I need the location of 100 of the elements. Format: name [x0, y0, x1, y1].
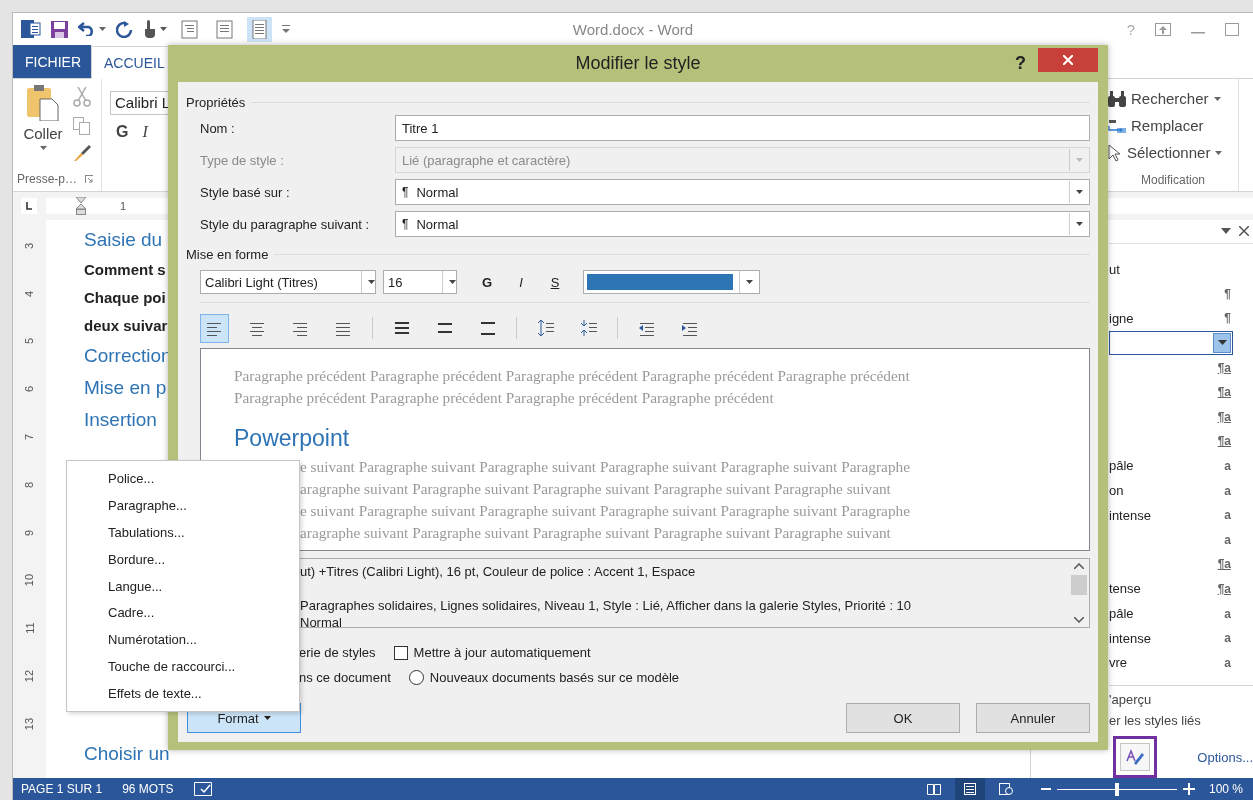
zoom-level[interactable]: 100 % [1208, 782, 1243, 796]
options-link[interactable]: Options... [1197, 749, 1253, 765]
style-item[interactable]: igne ¶ [1109, 306, 1253, 331]
brush-icon[interactable] [73, 145, 91, 161]
style-item[interactable]: a [1109, 527, 1253, 553]
style-item[interactable]: ¶ [1109, 281, 1253, 307]
undo-icon[interactable] [78, 22, 96, 36]
style-type-marker: ¶a [1217, 409, 1231, 424]
close-icon[interactable] [1239, 226, 1249, 237]
menu-item[interactable]: Paragraphe... [67, 491, 299, 519]
style-item[interactable]: ¶a [1109, 552, 1253, 577]
more-icon[interactable] [282, 25, 290, 33]
layout-button[interactable] [247, 16, 272, 42]
checkbox[interactable] [393, 645, 408, 660]
save-icon[interactable] [51, 20, 68, 38]
styles-icon [1126, 749, 1144, 765]
caret-icon [448, 280, 456, 284]
scroll-up-icon[interactable] [1074, 563, 1084, 569]
tab-stop-icon[interactable] [21, 198, 37, 214]
menu-item[interactable]: Cadre... [67, 599, 299, 627]
indent-marker-icon[interactable] [76, 197, 86, 215]
style-item[interactable]: ut [1109, 256, 1253, 282]
size-select[interactable]: 16 [383, 270, 457, 294]
menu-item[interactable]: Numérotation... [67, 626, 299, 654]
style-item[interactable]: intense a [1109, 502, 1253, 528]
section-heading: Mise en forme [186, 246, 269, 262]
style-item[interactable]: ¶a [1109, 379, 1253, 405]
style-item[interactable]: pâle a [1109, 601, 1253, 626]
style-name: pâle [1109, 458, 1134, 474]
ruler-number: 3 [23, 242, 36, 249]
style-item[interactable]: vre a [1109, 650, 1253, 675]
menu-item[interactable]: Police... [67, 465, 299, 492]
italic-button[interactable]: I [142, 123, 148, 141]
slider-thumb[interactable] [1114, 782, 1119, 796]
group-label: Presse-p… [17, 172, 78, 186]
word-count[interactable]: 96 MOTS [122, 782, 174, 796]
underline-button[interactable]: S [540, 270, 570, 294]
document-heading: Choisir un [84, 742, 170, 766]
font-select[interactable]: Calibri Light (Titres) [200, 270, 376, 294]
option-label: erie de styles [299, 645, 376, 660]
page-count[interactable]: PAGE 1 SUR 1 [21, 782, 103, 796]
style-item[interactable]: on a [1109, 478, 1253, 503]
style-type-marker: ¶a [1217, 360, 1231, 375]
style-item[interactable]: ¶a [1109, 355, 1253, 380]
caret-icon[interactable] [1221, 228, 1231, 235]
menu-item[interactable]: Tabulations... [67, 518, 299, 546]
caret-icon [99, 27, 106, 31]
ruler-number: 8 [23, 481, 36, 488]
maximize-icon[interactable] [1225, 22, 1239, 36]
hand-icon[interactable] [143, 20, 157, 38]
caret-icon [263, 716, 271, 720]
manage-styles-button[interactable] [1120, 743, 1150, 771]
document-heading: Insertion [84, 408, 157, 432]
close-icon [1063, 54, 1073, 65]
paste-button[interactable]: Coller [21, 85, 65, 169]
ruler-number: 12 [23, 669, 36, 683]
ribbon-command[interactable]: Rechercher [1131, 90, 1209, 107]
launcher-icon[interactable] [85, 175, 94, 183]
ribbon-tab[interactable]: FICHIER [13, 45, 91, 78]
zoom-in-icon[interactable] [1182, 783, 1195, 795]
field-label: Type de style : [200, 152, 285, 168]
menu-item[interactable]: Touche de raccourci... [67, 653, 299, 681]
close-button[interactable] [1038, 47, 1098, 72]
section-heading: Propriétés [186, 94, 246, 110]
style-item[interactable]: pâle a [1109, 453, 1253, 479]
preview-text: e suivant Paragraphe suivant Paragraphe suivant Paragraphe suivant Paragraphe suivant Paragraphe [300, 501, 911, 521]
text-field[interactable]: Titre 1 [395, 115, 1090, 141]
ribbon-display-icon[interactable] [1155, 22, 1171, 36]
style-item[interactable]: ¶a [1109, 404, 1253, 430]
bold-button[interactable]: G [116, 123, 129, 141]
align-left-button[interactable] [200, 313, 229, 343]
italic-button[interactable]: I [506, 270, 536, 294]
ribbon-command[interactable]: Remplacer [1131, 117, 1204, 134]
color-select[interactable] [583, 270, 760, 294]
scroll-down-icon[interactable] [1074, 617, 1084, 623]
dropdown-field[interactable]: ¶ Normal [395, 211, 1090, 237]
style-type-marker: a [1224, 532, 1231, 547]
style-item[interactable]: tense ¶a [1109, 576, 1253, 602]
justify-icon [335, 320, 352, 336]
view-button[interactable] [954, 778, 985, 800]
page-icon [962, 783, 977, 795]
proofing-icon[interactable] [193, 782, 212, 796]
preview-heading: Powerpoint [234, 425, 351, 452]
radio-button[interactable] [408, 670, 424, 685]
style-item[interactable]: intense a [1109, 625, 1253, 651]
dropdown-button[interactable] [1213, 333, 1231, 353]
style-item[interactable]: ¶a [1109, 429, 1253, 454]
ruler-number: 6 [23, 386, 36, 393]
caret-icon [1075, 222, 1083, 226]
style-item[interactable] [1109, 330, 1233, 356]
menu-item[interactable]: Langue... [67, 572, 299, 600]
dropdown-field[interactable]: ¶ Normal [395, 179, 1090, 205]
help-button[interactable]: ? [1015, 53, 1026, 74]
redo-icon[interactable] [116, 20, 133, 38]
ribbon-command[interactable]: Sélectionner [1127, 144, 1211, 161]
ok-button[interactable]: OK [846, 703, 960, 733]
cancel-button[interactable]: Annuler [976, 703, 1090, 733]
align-left-icon [206, 320, 223, 336]
menu-item[interactable]: Bordure... [67, 545, 299, 573]
bold-button[interactable]: G [472, 270, 502, 294]
